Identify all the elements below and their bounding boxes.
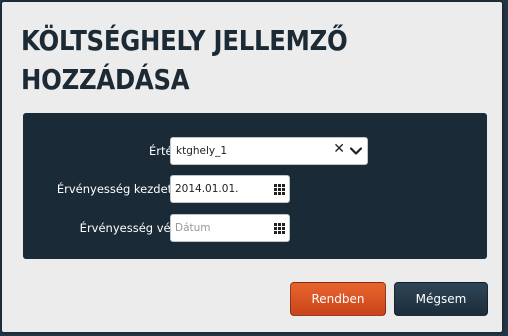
- value-select[interactable]: ktghely_1 ✕: [170, 137, 368, 165]
- valid-to-row: Érvényesség vége: [23, 214, 487, 244]
- value-row: Érték* ktghely_1 ✕: [23, 137, 487, 167]
- form-panel: Érték* ktghely_1 ✕ Érvényesség kezdete*: [23, 113, 487, 259]
- valid-to-input[interactable]: [175, 219, 267, 237]
- chevron-down-icon[interactable]: [349, 144, 363, 158]
- valid-from-label: Érvényesség kezdete*: [56, 182, 185, 196]
- add-cost-center-attribute-dialog: KÖLTSÉGHELY JELLEMZŐ HOZZÁDÁSA Érték* kt…: [2, 2, 502, 332]
- valid-from-row: Érvényesség kezdete*: [23, 175, 487, 205]
- close-icon[interactable]: ✕: [333, 141, 345, 157]
- valid-to-field[interactable]: [170, 214, 290, 242]
- value-select-text: ktghely_1: [176, 145, 228, 157]
- ok-button[interactable]: Rendben: [290, 282, 386, 316]
- calendar-icon[interactable]: [274, 223, 285, 234]
- calendar-icon[interactable]: [274, 184, 285, 195]
- cancel-button[interactable]: Mégsem: [394, 282, 488, 316]
- dialog-title: KÖLTSÉGHELY JELLEMZŐ HOZZÁDÁSA: [21, 24, 348, 96]
- valid-from-input[interactable]: [175, 180, 267, 198]
- valid-from-field[interactable]: [170, 175, 290, 203]
